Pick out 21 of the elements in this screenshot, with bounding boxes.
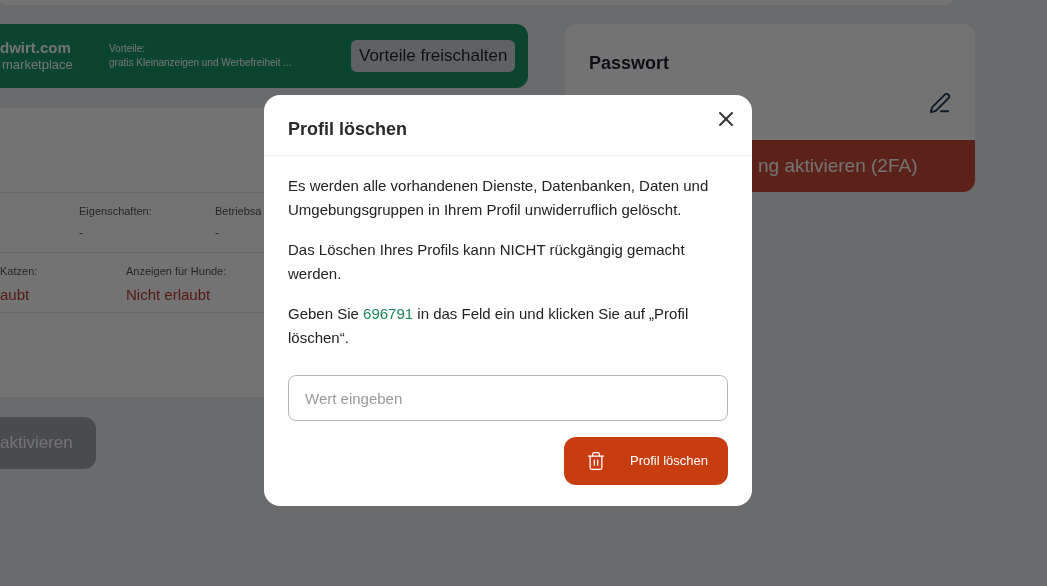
trash-icon	[586, 451, 606, 471]
field-value: Nicht erlaubt	[126, 284, 212, 305]
confirm-input-field[interactable]: Wert eingeben	[288, 375, 728, 421]
dialog-title: Profil löschen	[288, 118, 408, 141]
benefits-label: Vorteile:	[109, 42, 147, 56]
field-label: Eigenschaften:	[79, 204, 152, 219]
field-label: Betriebsa	[215, 204, 262, 219]
field-label: Anzeigen für Hunde:	[126, 264, 227, 279]
dialog-paragraph: Geben Sie 696791 in das Feld ein und klicken Sie auf „Profil löschen“.	[288, 304, 690, 348]
field-value: -	[79, 224, 84, 242]
brand-name: dwirt.com	[0, 38, 72, 58]
dialog-paragraph: Das Löschen Ihres Profils kann NICHT rückgängig gemacht werden.	[288, 240, 686, 284]
field-label: Katzen:	[0, 264, 38, 279]
field-value: aubt	[0, 284, 31, 305]
unlock-benefits-button[interactable]: Vorteile freischalten	[351, 40, 516, 72]
brand-tagline: marketplace	[1, 57, 74, 74]
benefits-text: gratis Kleinanzeigen und Werbefreiheit ...	[109, 56, 293, 70]
delete-profile-button[interactable]: Profil löschen	[564, 437, 728, 485]
edit-icon[interactable]	[929, 92, 951, 114]
password-title: Passwort	[589, 52, 670, 75]
field-value: -	[215, 224, 220, 242]
